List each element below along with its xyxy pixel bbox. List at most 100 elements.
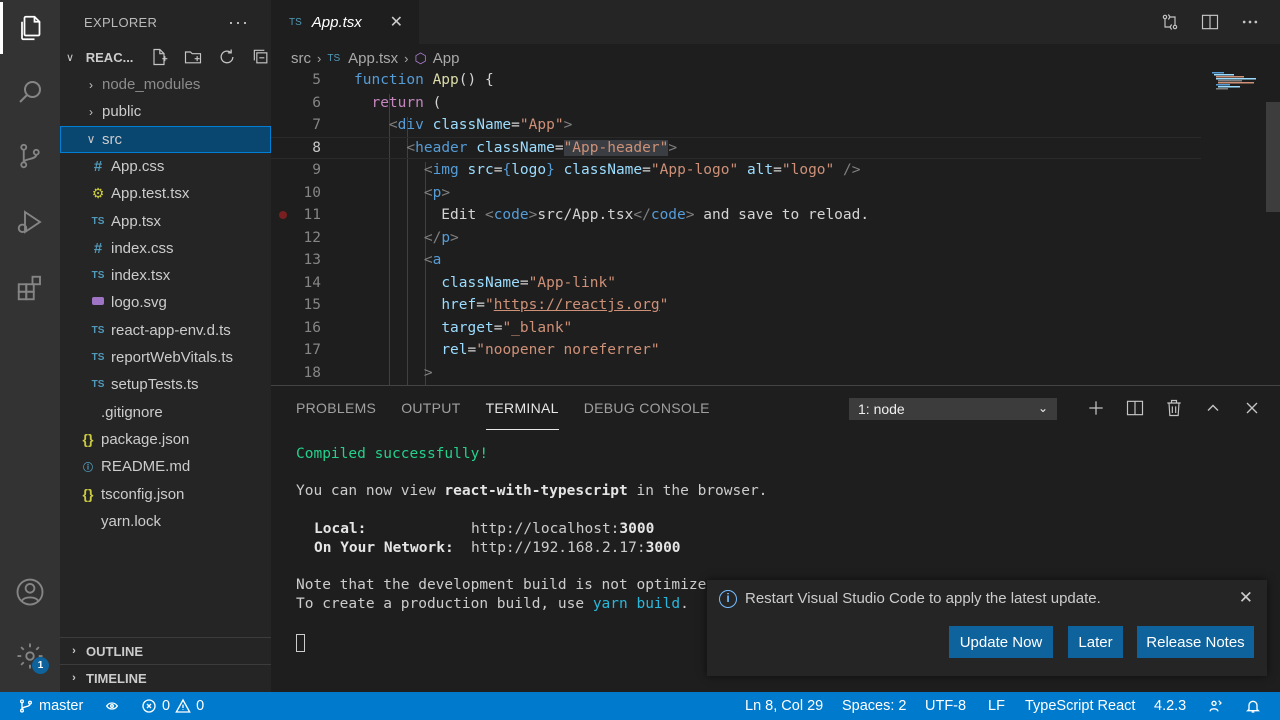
tree-file[interactable]: # App.css [60,153,271,180]
language-mode[interactable]: TypeScript React [1025,692,1135,720]
tree-item-label: logo.svg [111,294,167,312]
code-editor[interactable]: 5 function App() {6 return (7 <div classN… [271,72,1280,385]
code-line[interactable]: 12 </p> [271,227,1201,250]
tab-problems[interactable]: PROBLEMS [296,386,376,430]
indentation[interactable]: Spaces: 2 [842,692,907,720]
typescript-file-icon: TS [289,16,302,28]
tree-folder[interactable]: ∨ src [60,125,271,153]
extensions-icon[interactable] [0,262,60,314]
code-line[interactable]: 6 return ( [271,92,1201,115]
tree-file[interactable]: logo.svg [60,289,271,316]
code-line[interactable]: 8 <header className="App-header"> [271,136,1201,159]
tree-file[interactable]: TS setupTests.ts [60,371,271,398]
code-line[interactable]: 15 href="https://reactjs.org" [271,294,1201,317]
tree-file[interactable]: yarn.lock [60,508,271,535]
line-number: 15 [303,297,321,314]
gear-icon[interactable]: 1 [0,630,60,682]
editor-scrollbar[interactable] [1266,102,1280,212]
line-number: 10 [303,184,321,201]
new-terminal-icon[interactable] [1086,398,1106,418]
warning-icon [175,698,191,713]
code-line[interactable]: 7 <div className="App"> [271,114,1201,137]
breadcrumb-folder[interactable]: src [291,50,311,67]
tree-file[interactable]: TS react-app-env.d.ts [60,317,271,344]
tree-file[interactable]: TS index.tsx [60,262,271,289]
code-line[interactable]: 10 <p> [271,182,1201,205]
code-line[interactable]: 5 function App() { [271,72,1201,92]
terminal-network-url[interactable]: http://192.168.2.17:3000 [471,540,681,556]
close-icon[interactable] [1242,398,1262,418]
chevron-right-icon: › [72,645,76,657]
files-icon[interactable] [0,2,60,54]
code-line[interactable]: 18 > [271,362,1201,385]
line-number: 7 [312,117,321,134]
account-icon[interactable] [0,566,60,618]
new-file-icon[interactable] [149,47,169,67]
tree-file[interactable]: TS reportWebVitals.ts [60,344,271,371]
chevron-right-icon: › [89,104,93,119]
feedback-icon[interactable] [1208,692,1224,720]
refresh-icon[interactable] [217,47,237,67]
breadcrumb-symbol[interactable]: App [433,50,460,67]
open-changes-icon[interactable] [1160,12,1180,32]
code-line[interactable]: 9 <img src={logo} className="App-logo" a… [271,159,1201,182]
close-icon[interactable]: ✕ [1239,588,1253,608]
tree-item-label: node_modules [102,76,201,93]
terminal-select-value: 1: node [858,401,905,417]
tree-file[interactable]: ⚙ App.test.tsx [60,180,271,207]
run-debug-icon[interactable] [0,196,60,248]
breadcrumb-file[interactable]: TS App.tsx [327,50,398,67]
more-actions-icon[interactable] [1240,12,1260,32]
tab-terminal[interactable]: TERMINAL [485,386,559,430]
sync-icon[interactable] [104,692,120,720]
timeline-section[interactable]: › TIMELINE [60,664,271,691]
more-actions-icon[interactable]: ··· [228,12,249,33]
code-text: target="_blank" [441,319,573,336]
tab-output[interactable]: OUTPUT [401,386,460,430]
split-editor-icon[interactable] [1200,12,1220,32]
tree-file[interactable]: {} package.json [60,426,271,453]
release-notes-button[interactable]: Release Notes [1137,626,1254,658]
maximize-panel-icon[interactable] [1203,398,1223,418]
warning-count: 0 [196,698,205,714]
cursor-position[interactable]: Ln 8, Col 29 [745,692,823,720]
notifications-bell-icon[interactable] [1245,692,1261,720]
new-folder-icon[interactable] [183,47,203,67]
tree-file[interactable]: .gitignore [60,399,271,426]
status-bar: master 0 0 Ln 8, Col 29 Spaces: 2 UTF-8 … [0,692,1280,720]
terminal-select[interactable]: 1: node ⌄ [849,398,1057,420]
breadcrumb: src › TS App.tsx › ⬡ App [271,44,1280,72]
code-line[interactable]: 14 className="App-link" [271,272,1201,295]
line-number: 18 [303,364,321,381]
tab-debug-console[interactable]: DEBUG CONSOLE [584,386,710,430]
source-control-icon[interactable] [0,130,60,182]
split-terminal-icon[interactable] [1125,398,1145,418]
tree-file[interactable]: TS App.tsx [60,208,271,235]
end-of-line[interactable]: LF [988,692,1005,720]
problems-indicator[interactable]: 0 0 [141,692,204,720]
tree-folder[interactable]: › node_modules [60,71,271,98]
branch-indicator[interactable]: master [18,692,83,720]
minimap[interactable] [1210,72,1270,132]
search-icon[interactable] [0,66,60,118]
code-line[interactable]: 13 <a [271,249,1201,272]
tab-app-tsx[interactable]: TS App.tsx ✕ [271,0,419,44]
code-line[interactable]: 11 Edit <code>src/App.tsx</code> and sav… [271,204,1201,227]
project-header[interactable]: ∨ REAC... [60,44,271,70]
tree-file[interactable]: {} tsconfig.json [60,481,271,508]
encoding[interactable]: UTF-8 [925,692,966,720]
collapse-all-icon[interactable] [251,47,271,67]
outline-section[interactable]: › OUTLINE [60,637,271,664]
code-line[interactable]: 16 target="_blank" [271,317,1201,340]
svg-file-icon [88,294,108,311]
trash-icon[interactable] [1164,398,1184,418]
close-icon[interactable]: ✕ [390,12,403,32]
code-line[interactable]: 17 rel="noopener noreferrer" [271,339,1201,362]
tree-folder[interactable]: › public [60,98,271,125]
tree-file[interactable]: # index.css [60,235,271,262]
tree-file[interactable]: ⓘ README.md [60,453,271,480]
update-now-button[interactable]: Update Now [949,626,1053,658]
terminal-local-url[interactable]: http://localhost:3000 [471,521,654,537]
later-button[interactable]: Later [1068,626,1123,658]
typescript-version[interactable]: 4.2.3 [1154,692,1186,720]
